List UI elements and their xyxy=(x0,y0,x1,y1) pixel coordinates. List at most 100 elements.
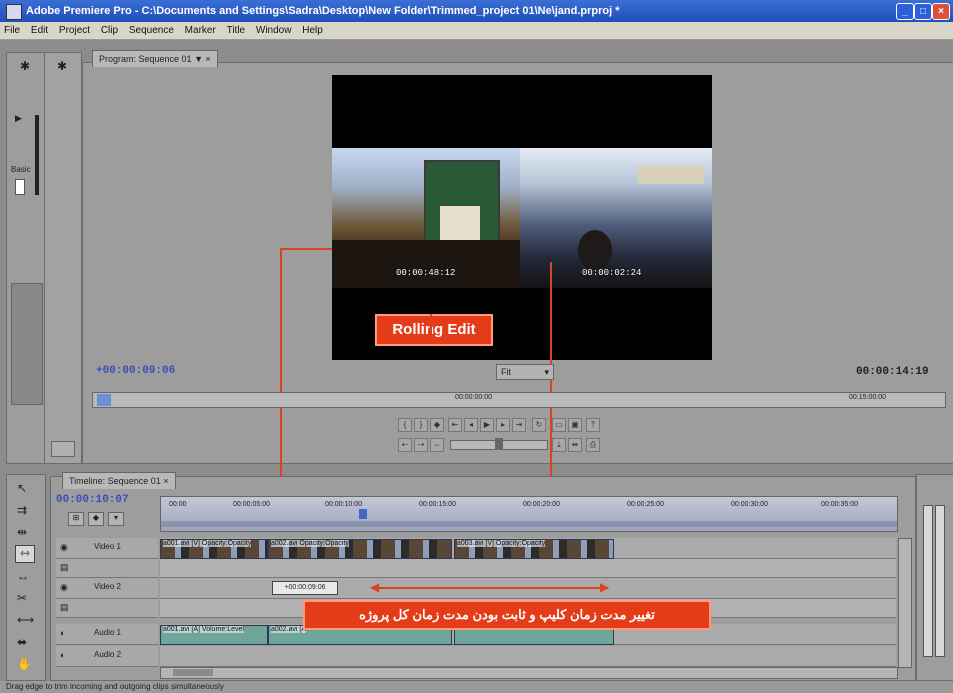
output-icon[interactable]: ▣ xyxy=(568,418,582,432)
program-time-ruler[interactable]: 00:00:00:00 00:15:00:00 xyxy=(92,392,946,408)
lift-icon[interactable]: ⤒ xyxy=(586,418,600,432)
tool-strip xyxy=(35,115,39,195)
ruler-tick-5: 00:00:25:00 xyxy=(627,501,664,508)
duration-arrow-shaft xyxy=(376,587,608,589)
ripple-edit-tool-icon[interactable]: ⇹ xyxy=(17,525,27,539)
audio-clip-1[interactable]: a001.avi [A] Volume:Level xyxy=(160,625,268,645)
fit-dropdown[interactable]: Fit ▾ xyxy=(496,364,554,380)
video-clip-1[interactable]: a001.avi [V] Opacity:Opacity xyxy=(160,539,268,559)
track-header-video-1-options[interactable]: ▤ xyxy=(56,559,158,578)
menu-window[interactable]: Window xyxy=(252,22,296,39)
right-clip-frame: 00:00:02:24 xyxy=(520,148,712,288)
extract-icon[interactable]: ⤓ xyxy=(552,438,566,452)
menu-sequence[interactable]: Sequence xyxy=(125,22,178,39)
export-frame-icon[interactable]: ⎙ xyxy=(586,438,600,452)
close-button[interactable]: × xyxy=(932,3,950,20)
panel-menu-icon[interactable]: ✱ xyxy=(17,59,33,73)
go-to-next-edit-icon[interactable]: ⇢ xyxy=(414,438,428,452)
menu-clip[interactable]: Clip xyxy=(97,22,122,39)
timeline-current-time[interactable]: 00:00:10:07 xyxy=(56,494,129,506)
speaker-icon[interactable]: ◐ xyxy=(60,650,65,660)
play-in-to-out-icon[interactable]: ⇔ xyxy=(430,438,444,452)
program-monitor-tab[interactable]: Program: Sequence 01 ▼ × xyxy=(92,50,218,67)
track-header-video-2-options[interactable]: ▤ xyxy=(56,599,158,618)
video-clip-3[interactable]: a003.avi [V] Opacity:Opacity xyxy=(454,539,614,559)
trim-icon[interactable]: ⇹ xyxy=(568,438,582,452)
display-style-icon[interactable]: ▤ xyxy=(60,562,69,573)
menu-edit[interactable]: Edit xyxy=(27,22,52,39)
window-titlebar: Adobe Premiere Pro - C:\Documents and Se… xyxy=(0,0,953,22)
loop-icon[interactable]: ↻ xyxy=(532,418,546,432)
safe-margins-icon[interactable]: ▭ xyxy=(552,418,566,432)
speaker-icon[interactable]: ◐ xyxy=(60,628,65,638)
hand-tool-icon[interactable]: ✋ xyxy=(17,657,32,671)
program-tab-menu[interactable]: ▼ × xyxy=(194,54,211,64)
playhead-handle[interactable] xyxy=(97,394,111,406)
timeline-horizontal-scrollbar[interactable] xyxy=(160,667,898,679)
set-out-icon[interactable]: } xyxy=(414,418,428,432)
eye-icon[interactable]: ◉ xyxy=(60,582,68,593)
razor-tool-icon[interactable]: ✂ xyxy=(17,591,27,605)
left-scroll-area[interactable] xyxy=(11,283,43,405)
timeline-vertical-scrollbar[interactable] xyxy=(898,538,912,668)
menu-marker[interactable]: Marker xyxy=(181,22,220,39)
maximize-button[interactable]: □ xyxy=(914,3,932,20)
left-column-panel: ✱ xyxy=(44,52,82,464)
track-header-video-1[interactable]: ◉ Video 1 xyxy=(56,538,158,559)
play-icon[interactable]: ▶ xyxy=(15,113,22,124)
lane-video-1-keyframes[interactable] xyxy=(160,559,896,578)
tool-swatch[interactable] xyxy=(15,179,25,195)
timeline-ruler[interactable]: 00:00 00:00:05:00 00:00:10:00 00:00:15:0… xyxy=(160,496,898,532)
track-header-video-2[interactable]: ◉ Video 2 xyxy=(56,578,158,599)
status-bar: Drag edge to trim incoming and outgoing … xyxy=(0,681,953,693)
track-header-audio-2[interactable]: ◐ Audio 2 xyxy=(56,646,158,667)
track-header-audio-1[interactable]: ◐ Audio 1 xyxy=(56,624,158,645)
set-marker-icon[interactable]: ▾ xyxy=(108,512,124,526)
shuttle-handle[interactable] xyxy=(495,438,503,450)
chevron-down-icon: ▾ xyxy=(544,367,549,377)
menu-help[interactable]: Help xyxy=(298,22,327,39)
step-forward-icon[interactable]: ▸ xyxy=(496,418,510,432)
menu-project[interactable]: Project xyxy=(55,22,94,39)
video-clip-3-label: a003.avi [V] Opacity:Opacity xyxy=(457,540,546,547)
step-back-icon[interactable]: ◂ xyxy=(464,418,478,432)
scroll-thumb[interactable] xyxy=(173,669,213,676)
play-stop-icon[interactable]: ▶ xyxy=(480,418,494,432)
minimize-button[interactable]: _ xyxy=(896,3,914,20)
ruler-tick-6: 00:00:30:00 xyxy=(731,501,768,508)
menu-file[interactable]: File xyxy=(0,22,24,39)
go-to-previous-edit-icon[interactable]: ⇠ xyxy=(398,438,412,452)
display-style-icon[interactable]: ▤ xyxy=(60,602,69,613)
set-encore-marker-icon[interactable]: ◆ xyxy=(88,512,104,526)
timeline-tab-close[interactable]: × xyxy=(163,476,168,486)
track-select-tool-icon[interactable]: ⇉ xyxy=(17,503,27,517)
audio-meter-left xyxy=(923,505,933,657)
set-in-icon[interactable]: { xyxy=(398,418,412,432)
rolling-edit-label: Rolling Edit xyxy=(375,314,493,346)
panel-menu-icon-2[interactable]: ✱ xyxy=(57,59,67,73)
program-current-time[interactable]: +00:00:09:06 xyxy=(96,365,175,377)
go-to-in-icon[interactable]: ⇤ xyxy=(448,418,462,432)
lane-audio-2[interactable] xyxy=(160,646,896,667)
work-area-bar[interactable] xyxy=(161,521,897,527)
selection-tool-icon[interactable]: ↖ xyxy=(17,481,27,495)
rolling-edit-tool-icon[interactable]: ⇿ xyxy=(15,545,35,563)
marker-icon[interactable]: ◆ xyxy=(430,418,444,432)
slip-tool-icon[interactable]: ⟷ xyxy=(17,613,34,627)
timeline-tab[interactable]: Timeline: Sequence 01 × xyxy=(62,472,176,489)
ruler-tick-2: 00:00:10:00 xyxy=(325,501,362,508)
ruler-right-label: 00:15:00:00 xyxy=(849,394,886,401)
timeline-playhead[interactable] xyxy=(359,509,367,519)
rate-stretch-tool-icon[interactable]: ↔ xyxy=(17,569,29,583)
go-to-out-icon[interactable]: ⇥ xyxy=(512,418,526,432)
slide-tool-icon[interactable]: ⬌ xyxy=(17,635,27,649)
video-clip-2[interactable]: a002.avi Opacity:Opacity xyxy=(268,539,452,559)
ruler-tick-0: 00:00 xyxy=(169,501,187,508)
jog-shuttle-slider[interactable] xyxy=(450,438,548,450)
lane-video-1[interactable]: a001.avi [V] Opacity:Opacity a002.avi Op… xyxy=(160,538,896,559)
small-toolbar-button[interactable] xyxy=(51,441,75,457)
snap-icon[interactable]: ⊞ xyxy=(68,512,84,526)
menu-title[interactable]: Title xyxy=(223,22,250,39)
eye-icon[interactable]: ◉ xyxy=(60,542,68,553)
ruler-mid-label: 00:00:00:00 xyxy=(455,394,492,401)
